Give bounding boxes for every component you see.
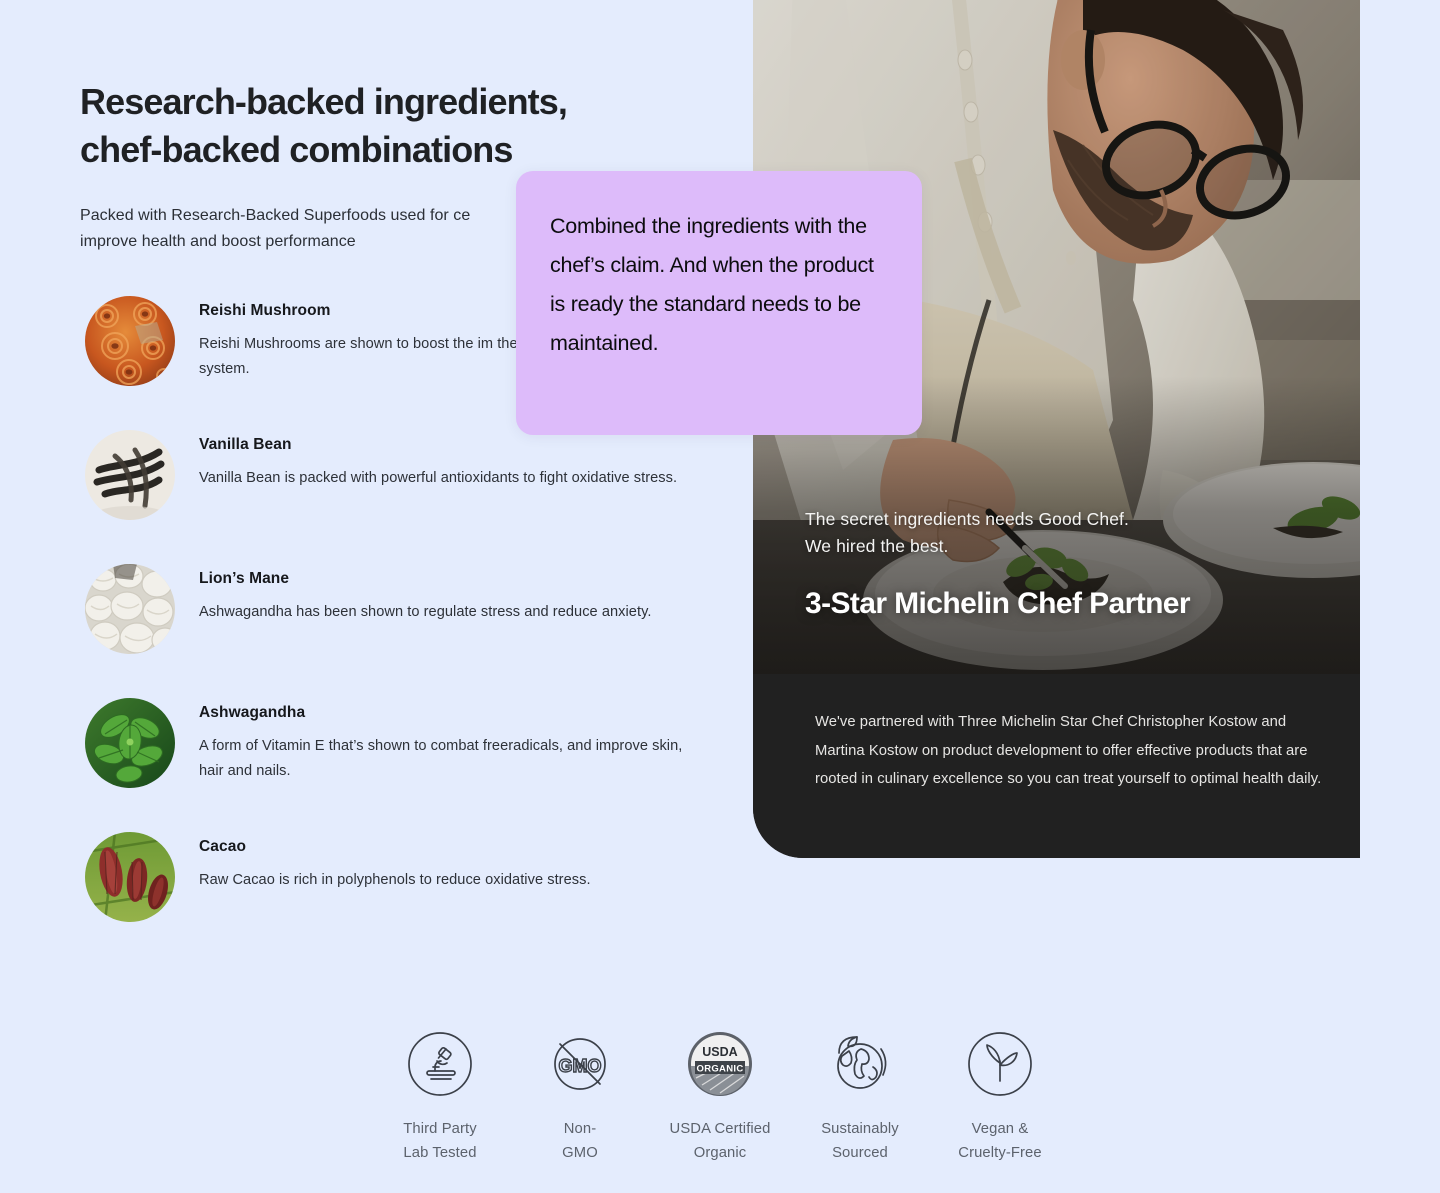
svg-text:USDA: USDA — [702, 1045, 737, 1059]
chef-title: 3-Star Michelin Chef Partner — [805, 587, 1191, 621]
ingredient-name: Lion’s Mane — [199, 570, 290, 587]
list-item[interactable]: Vanilla Bean Vanilla Bean is packed with… — [85, 430, 735, 520]
vanilla-bean-photo — [85, 430, 175, 520]
svg-text:ORGANIC: ORGANIC — [697, 1064, 744, 1075]
svg-text:GMO: GMO — [559, 1056, 602, 1076]
microscope-icon — [404, 1028, 476, 1100]
ingredient-description: Raw Cacao is rich in polyphenols to redu… — [199, 872, 591, 888]
usda-organic-icon: USDA ORGANIC — [684, 1028, 756, 1100]
lions-mane-photo — [85, 564, 175, 654]
badge-non-gmo[interactable]: GMO Non- GMO — [510, 1028, 650, 1166]
non-gmo-icon: GMO — [544, 1028, 616, 1100]
annotation-callout[interactable]: Combined the ingredients with the chef’s… — [516, 171, 922, 435]
chef-kicker: The secret ingredients needs Good Chef. … — [805, 509, 1129, 557]
badge-vegan-cruelty-free[interactable]: Vegan & Cruelty-Free — [930, 1028, 1070, 1166]
reishi-mushroom-photo — [85, 296, 175, 386]
badge-sustainably-sourced[interactable]: Sustainably Sourced — [790, 1028, 930, 1166]
badge-usda-certified-organic[interactable]: USDA ORGANIC USDA Certified Organic — [650, 1028, 790, 1166]
ingredient-description: Vanilla Bean is packed with powerful ant… — [199, 470, 678, 486]
ingredient-description: Ashwagandha has been shown to regulate s… — [199, 604, 652, 620]
badge-label: Third Party Lab Tested — [403, 1121, 477, 1161]
list-item[interactable]: Ashwagandha A form of Vitamin E that’s s… — [85, 698, 735, 788]
ashwagandha-leaf-photo — [85, 698, 175, 788]
badge-label: USDA Certified Organic — [669, 1121, 771, 1161]
annotation-callout-text: Combined the ingredients with the chef’s… — [550, 214, 874, 356]
ingredient-name: Ashwagandha — [199, 704, 306, 721]
chef-paragraph: We've partnered with Three Michelin Star… — [815, 714, 1322, 788]
cacao-pod-photo — [85, 832, 175, 922]
badge-label: Non- GMO — [562, 1121, 598, 1161]
ingredient-name: Cacao — [199, 838, 247, 855]
chef-headline-group: The secret ingredients needs Good Chef. … — [805, 506, 1325, 621]
badge-label: Vegan & Cruelty-Free — [958, 1121, 1042, 1161]
list-item[interactable]: Lion’s Mane Ashwagandha has been shown t… — [85, 564, 735, 654]
vegan-sprout-icon — [964, 1028, 1036, 1100]
badge-label: Sustainably Sourced — [821, 1121, 899, 1161]
globe-leaf-icon — [824, 1028, 896, 1100]
badge-third-party-lab-tested[interactable]: Third Party Lab Tested — [370, 1028, 510, 1166]
ingredient-description: A form of Vitamin E that’s shown to comb… — [199, 738, 683, 780]
list-item[interactable]: Cacao Raw Cacao is rich in polyphenols t… — [85, 832, 735, 922]
ingredient-name: Vanilla Bean — [199, 436, 292, 453]
certification-badge-row: Third Party Lab Tested GMO Non- GMO USDA — [0, 1028, 1440, 1166]
page-title: Research-backed ingredients, chef-backed… — [80, 81, 568, 170]
